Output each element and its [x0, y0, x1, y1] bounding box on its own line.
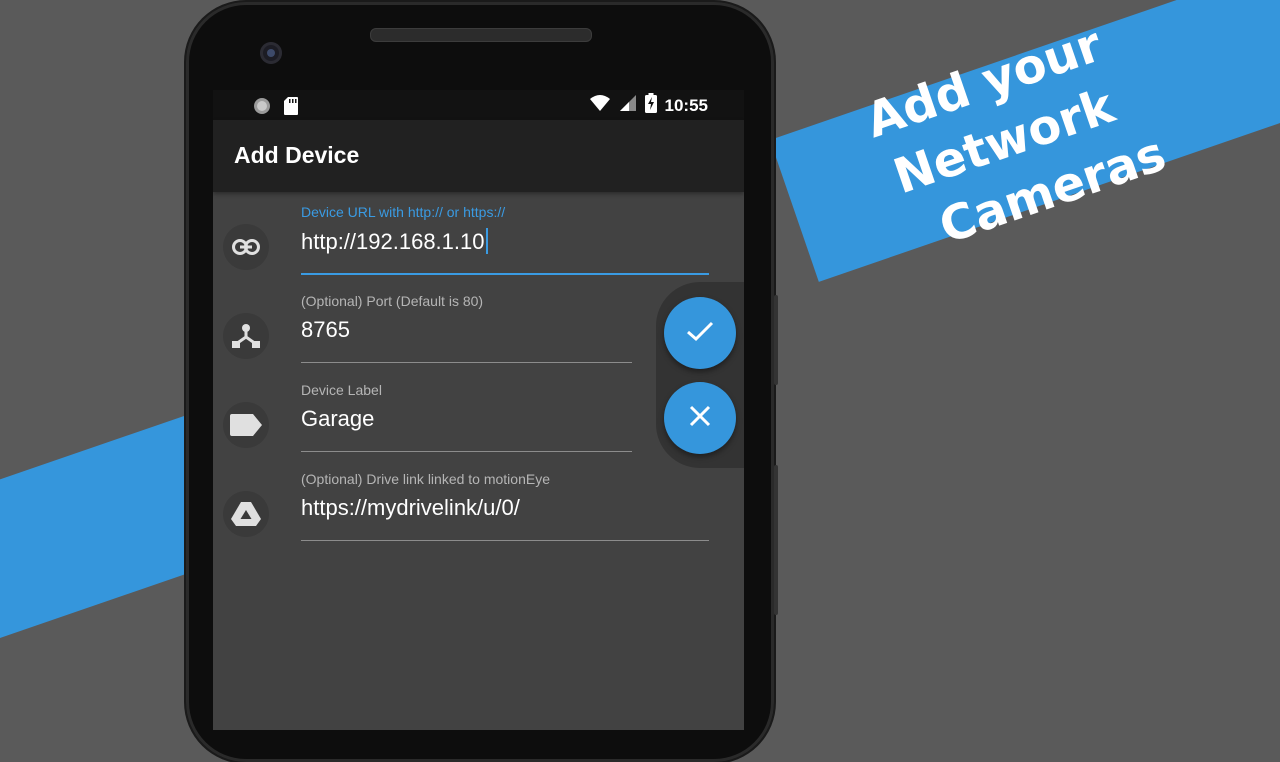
- device-label-field-label: Device Label: [301, 382, 382, 398]
- link-icon: [223, 224, 269, 270]
- drive-icon: [223, 491, 269, 537]
- network-icon: [223, 313, 269, 359]
- port-underline: [301, 362, 632, 363]
- drive-field-row: (Optional) Drive link linked to motionEy…: [213, 471, 744, 560]
- page-title: Add Device: [234, 142, 360, 168]
- status-time: 10:55: [664, 95, 708, 115]
- url-field-row: Device URL with http:// or https:// http…: [213, 204, 744, 293]
- status-bar: 10:55: [213, 90, 744, 120]
- text-cursor: [485, 228, 488, 254]
- device-label-input[interactable]: Garage: [301, 406, 374, 432]
- battery-charging-icon: [644, 93, 657, 118]
- app-bar: Add Device: [213, 120, 744, 192]
- phone-volume-button: [774, 465, 778, 615]
- signal-icon: [619, 94, 637, 117]
- phone-speaker: [370, 28, 592, 42]
- url-field-label: Device URL with http:// or https://: [301, 204, 506, 220]
- drive-underline: [301, 540, 709, 541]
- confirm-button[interactable]: [664, 297, 736, 369]
- drive-field-label: (Optional) Drive link linked to motionEy…: [301, 471, 550, 487]
- close-icon: [688, 404, 712, 433]
- cancel-button[interactable]: [664, 382, 736, 454]
- wifi-icon: [589, 94, 611, 117]
- url-input[interactable]: http://192.168.1.10: [301, 228, 488, 255]
- url-input-text: http://192.168.1.10: [301, 229, 485, 254]
- url-underline: [301, 273, 709, 275]
- port-input[interactable]: 8765: [301, 317, 350, 343]
- promo-tagline: Add your Network Cameras: [770, 0, 1280, 369]
- sync-icon: [253, 97, 271, 120]
- drive-link-input[interactable]: https://mydrivelink/u/0/: [301, 495, 520, 521]
- sd-card-icon: [283, 96, 299, 121]
- label-icon: [223, 402, 269, 448]
- device-label-underline: [301, 451, 632, 452]
- check-icon: [685, 319, 715, 348]
- phone-power-button: [774, 295, 778, 385]
- phone-camera: [260, 42, 282, 64]
- port-field-label: (Optional) Port (Default is 80): [301, 293, 484, 309]
